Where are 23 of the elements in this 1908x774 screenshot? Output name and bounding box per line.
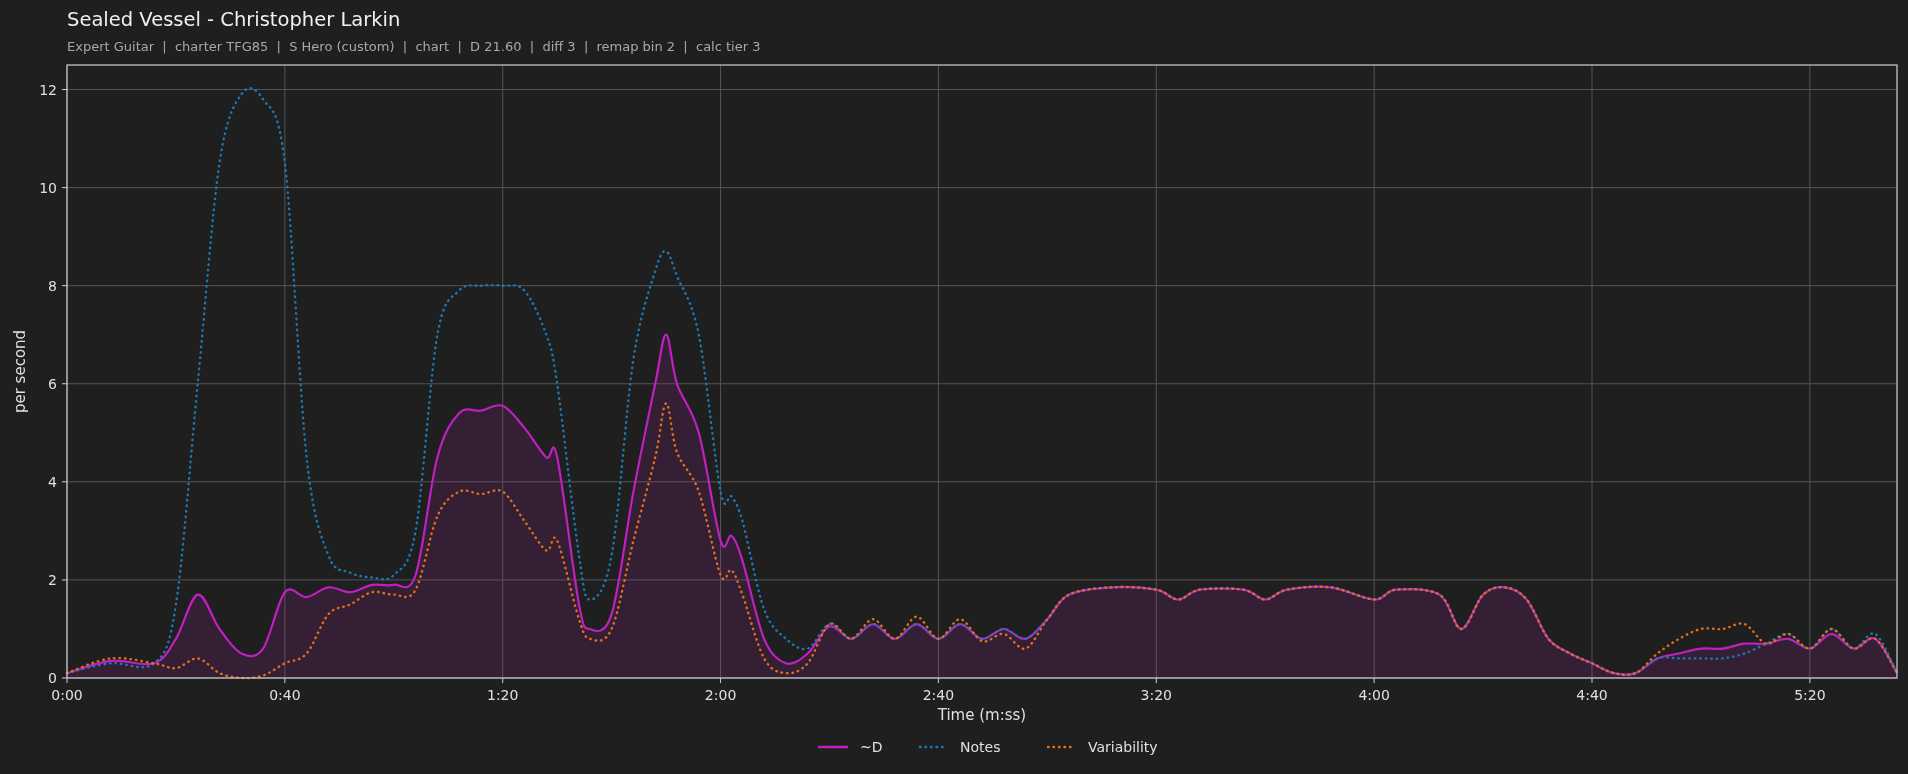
legend-label: Notes	[960, 739, 1001, 755]
x-tick-label: 2:00	[704, 687, 737, 703]
x-axis-label: Time (m:ss)	[937, 706, 1027, 724]
x-tick-label: 0:00	[51, 687, 83, 703]
y-tick-label: 12	[39, 81, 57, 98]
y-tick-label: 4	[48, 473, 57, 490]
y-tick-label: 2	[48, 571, 57, 588]
x-tick-label: 1:20	[487, 687, 519, 703]
y-tick-label: 10	[39, 179, 57, 196]
legend-label: ~D	[860, 739, 883, 755]
x-tick-label: 3:20	[1140, 687, 1172, 703]
y-tick-label: 0	[48, 670, 57, 686]
y-axis-label: per second	[11, 329, 29, 414]
x-tick-label: 2:40	[922, 687, 955, 703]
chart-subtitle: Expert Guitar | charter TFG85 | S Hero (custom) | chart | D 21.60 | diff 3 | remap bin 2 | calc tier 3	[67, 39, 761, 55]
x-tick-label: 5:20	[1794, 687, 1826, 703]
chart-title: Sealed Vessel - Christopher Larkin	[67, 8, 401, 32]
legend-label: Variability	[1088, 739, 1158, 755]
y-tick-label: 8	[48, 277, 57, 294]
x-tick-label: 4:00	[1358, 687, 1390, 703]
y-tick-label: 6	[48, 375, 57, 392]
x-tick-label: 0:40	[269, 687, 301, 703]
x-tick-label: 4:40	[1576, 687, 1608, 703]
